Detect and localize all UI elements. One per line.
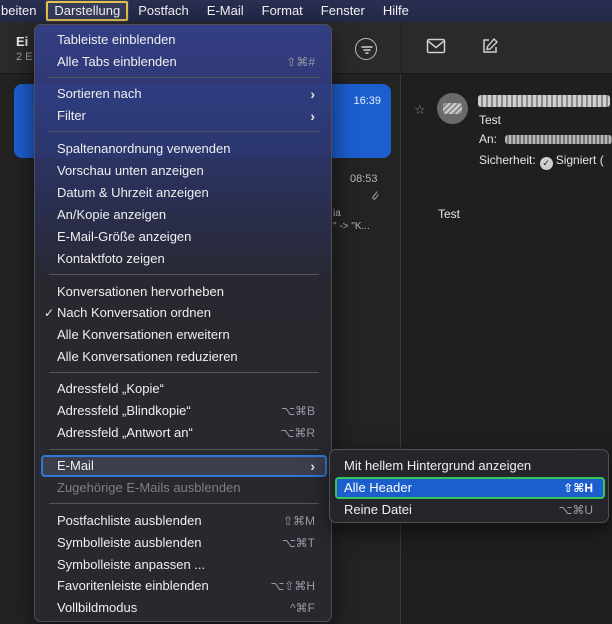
- verified-badge-icon: ✓: [539, 157, 553, 170]
- submenu-item-all-headers[interactable]: Alle Header ⇧⌘H: [335, 477, 605, 499]
- message-time: 08:53: [350, 173, 378, 185]
- menu-item-show-to-cc[interactable]: An/Kopie anzeigen: [41, 204, 327, 226]
- menu-item-bcc-field[interactable]: Adressfeld „Blindkopie“ ⌥⌘B: [41, 400, 327, 422]
- email-submenu: Mit hellem Hintergrund anzeigen Alle Hea…: [329, 449, 609, 523]
- view-menu: Tableiste einblenden Alle Tabs einblende…: [34, 24, 332, 622]
- menu-separator: [49, 372, 319, 373]
- to-value-redacted: [505, 135, 612, 144]
- menu-bar-item-bearbeiten[interactable]: beiten: [0, 0, 45, 22]
- security-label: Sicherheit:: [479, 153, 536, 167]
- menu-item-reply-to-field[interactable]: Adressfeld „Antwort an“ ⌥⌘R: [41, 422, 327, 444]
- menu-item-filter[interactable]: Filter ›: [41, 105, 327, 127]
- menu-item-show-contact-photo[interactable]: Kontaktfoto zeigen: [41, 248, 327, 270]
- paperclip-icon: [370, 190, 380, 205]
- message-subject: Test: [479, 113, 502, 127]
- message-viewer-pane: ☆ Test An: Sicherheit: ✓ Signiert ( Test: [402, 22, 612, 624]
- menu-item-show-tab-bar[interactable]: Tableiste einblenden: [41, 29, 327, 51]
- chevron-right-icon: ›: [310, 458, 315, 474]
- menu-bar-item-email[interactable]: E-Mail: [198, 0, 253, 22]
- submenu-item-light-background[interactable]: Mit hellem Hintergrund anzeigen: [335, 455, 605, 477]
- chevron-right-icon: ›: [310, 86, 315, 102]
- menu-separator: [49, 77, 319, 78]
- filter-icon[interactable]: [355, 38, 377, 60]
- mailbox-count: 2 E: [16, 51, 33, 63]
- menu-item-hide-related-emails: Zugehörige E-Mails ausblenden: [57, 480, 241, 495]
- sender-name-redacted: [478, 95, 610, 107]
- checkmark-icon: ✓: [44, 306, 55, 320]
- menu-item-show-date-time[interactable]: Datum & Uhrzeit anzeigen: [41, 182, 327, 204]
- chevron-right-icon: ›: [310, 108, 315, 124]
- menu-item-show-favorites-bar[interactable]: Favoritenleiste einblenden ⌥⇧⌘H: [41, 575, 327, 597]
- security-value: Signiert (: [555, 153, 604, 167]
- menu-bar-item-format[interactable]: Format: [253, 0, 312, 22]
- menu-item-expand-all-conversations[interactable]: Alle Konversationen erweitern: [41, 324, 327, 346]
- envelope-icon[interactable]: [426, 38, 446, 59]
- compose-icon[interactable]: [481, 37, 499, 60]
- menu-bar-item-postfach[interactable]: Postfach: [129, 0, 198, 22]
- menu-bar-item-hilfe[interactable]: Hilfe: [374, 0, 418, 22]
- menu-separator: [49, 503, 319, 504]
- message-snippet: ia: [333, 208, 341, 219]
- menu-separator: [49, 131, 319, 132]
- menu-item-highlight-conversations[interactable]: Konversationen hervorheben: [41, 281, 327, 303]
- menu-separator: [49, 449, 319, 450]
- message-body: Test: [438, 207, 461, 221]
- menu-item-hide-toolbar[interactable]: Symbolleiste ausblenden ⌥⌘T: [41, 532, 327, 554]
- avatar: [437, 93, 468, 124]
- menu-item-full-screen[interactable]: Vollbildmodus ^⌘F: [41, 597, 327, 619]
- submenu-item-raw-source[interactable]: Reine Datei ⌥⌘U: [335, 499, 605, 521]
- menu-item-show-all-tabs[interactable]: Alle Tabs einblenden ⇧⌘#: [41, 51, 327, 73]
- message-snippet: " -> "K...: [333, 221, 370, 232]
- menu-item-collapse-all-conversations[interactable]: Alle Konversationen reduzieren: [41, 346, 327, 368]
- menu-item-show-email-size[interactable]: E-Mail-Größe anzeigen: [41, 226, 327, 248]
- menu-item-customize-toolbar[interactable]: Symbolleiste anpassen ...: [41, 554, 327, 576]
- menu-bar: beiten Darstellung Postfach E-Mail Forma…: [0, 0, 612, 22]
- menu-item-organize-by-conversation[interactable]: ✓ Nach Konversation ordnen: [41, 302, 327, 324]
- menu-item-column-layout[interactable]: Spaltenanordnung verwenden: [41, 138, 327, 160]
- menu-item-preview-bottom[interactable]: Vorschau unten anzeigen: [41, 160, 327, 182]
- menu-item-sort-by[interactable]: Sortieren nach ›: [41, 83, 327, 105]
- menu-item-cc-field[interactable]: Adressfeld „Kopie“: [41, 378, 327, 400]
- menu-item-email-submenu[interactable]: E-Mail ›: [41, 455, 327, 477]
- mailbox-title: Ei: [16, 34, 29, 49]
- message-toolbar: [402, 22, 612, 74]
- security-row: Sicherheit: ✓ Signiert (: [479, 153, 604, 170]
- star-icon[interactable]: ☆: [414, 102, 426, 118]
- menu-item-hide-mailbox-list[interactable]: Postfachliste ausblenden ⇧⌘M: [41, 510, 327, 532]
- menu-bar-item-fenster[interactable]: Fenster: [312, 0, 374, 22]
- menu-bar-item-darstellung[interactable]: Darstellung: [45, 0, 130, 22]
- menu-separator: [49, 274, 319, 275]
- to-label: An:: [479, 132, 498, 146]
- message-time: 16:39: [353, 95, 381, 107]
